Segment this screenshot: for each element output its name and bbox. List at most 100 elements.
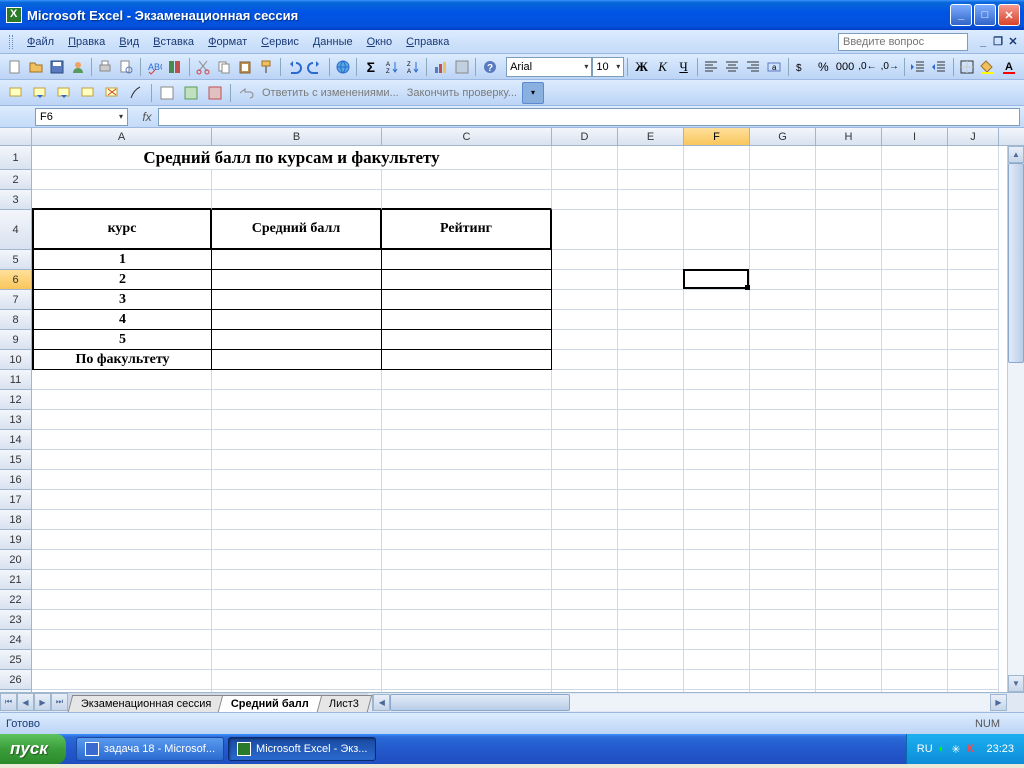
cell-J10[interactable]	[948, 350, 999, 370]
cell-G25[interactable]	[750, 650, 816, 670]
cell-J11[interactable]	[948, 370, 999, 390]
row-header-7[interactable]: 7	[0, 290, 32, 310]
cell-J23[interactable]	[948, 610, 999, 630]
taskbar-item[interactable]: задача 18 - Microsof...	[76, 737, 224, 761]
cell-A16[interactable]	[32, 470, 212, 490]
permission-button[interactable]	[68, 56, 87, 78]
cell-F1[interactable]	[684, 146, 750, 170]
scroll-right-button[interactable]: ▶	[990, 694, 1007, 711]
taskbar-item[interactable]: Microsoft Excel - Экз...	[228, 737, 376, 761]
cell-B16[interactable]	[212, 470, 382, 490]
cell-F5[interactable]	[684, 250, 750, 270]
cell-B19[interactable]	[212, 530, 382, 550]
cell-C13[interactable]	[382, 410, 552, 430]
cell-B3[interactable]	[212, 190, 382, 210]
cell-G26[interactable]	[750, 670, 816, 690]
cell-I21[interactable]	[882, 570, 948, 590]
tray-clock[interactable]: 23:23	[986, 743, 1014, 755]
cell-B12[interactable]	[212, 390, 382, 410]
borders-button[interactable]	[958, 56, 977, 78]
cell-J1[interactable]	[948, 146, 999, 170]
cell-F16[interactable]	[684, 470, 750, 490]
cell-F13[interactable]	[684, 410, 750, 430]
cell-F25[interactable]	[684, 650, 750, 670]
review-show-button[interactable]	[77, 82, 99, 104]
horizontal-scrollbar[interactable]: ◀ ▶	[372, 694, 1007, 711]
cell-J3[interactable]	[948, 190, 999, 210]
cell-G27[interactable]	[750, 690, 816, 692]
cell-H23[interactable]	[816, 610, 882, 630]
menu-сервис[interactable]: Сервис	[254, 33, 306, 51]
cell-J17[interactable]	[948, 490, 999, 510]
hyperlink-button[interactable]	[333, 56, 352, 78]
mdi-close-button[interactable]: ✕	[1006, 35, 1020, 49]
print-preview-button[interactable]	[117, 56, 136, 78]
cell-C10[interactable]	[382, 350, 552, 370]
row-header-10[interactable]: 10	[0, 350, 32, 370]
cell-E19[interactable]	[618, 530, 684, 550]
cell-H19[interactable]	[816, 530, 882, 550]
cell-F27[interactable]	[684, 690, 750, 692]
cell-I22[interactable]	[882, 590, 948, 610]
cell-F2[interactable]	[684, 170, 750, 190]
cell-J18[interactable]	[948, 510, 999, 530]
cell-E16[interactable]	[618, 470, 684, 490]
cell-H16[interactable]	[816, 470, 882, 490]
row-header-3[interactable]: 3	[0, 190, 32, 210]
cell-F21[interactable]	[684, 570, 750, 590]
cell-I16[interactable]	[882, 470, 948, 490]
cell-I17[interactable]	[882, 490, 948, 510]
cell-A10[interactable]: По факультету	[32, 350, 212, 370]
cell-C7[interactable]	[382, 290, 552, 310]
cell-F24[interactable]	[684, 630, 750, 650]
cell-J8[interactable]	[948, 310, 999, 330]
cell-C3[interactable]	[382, 190, 552, 210]
cell-E3[interactable]	[618, 190, 684, 210]
cell-D25[interactable]	[552, 650, 618, 670]
mdi-minimize-button[interactable]: _	[976, 35, 990, 49]
cell-F17[interactable]	[684, 490, 750, 510]
cell-C9[interactable]	[382, 330, 552, 350]
cell-D24[interactable]	[552, 630, 618, 650]
row-header-20[interactable]: 20	[0, 550, 32, 570]
cell-H15[interactable]	[816, 450, 882, 470]
cell-H5[interactable]	[816, 250, 882, 270]
cell-D8[interactable]	[552, 310, 618, 330]
maximize-button[interactable]: □	[974, 4, 996, 26]
help-button[interactable]: ?	[480, 56, 499, 78]
autosum-button[interactable]: Σ	[361, 56, 380, 78]
cell-H27[interactable]	[816, 690, 882, 692]
cell-C15[interactable]	[382, 450, 552, 470]
column-header-G[interactable]: G	[750, 128, 816, 145]
cell-F6[interactable]	[684, 270, 750, 290]
cell-G22[interactable]	[750, 590, 816, 610]
row-header-2[interactable]: 2	[0, 170, 32, 190]
cell-H2[interactable]	[816, 170, 882, 190]
cell-J7[interactable]	[948, 290, 999, 310]
cell-C11[interactable]	[382, 370, 552, 390]
cell-D19[interactable]	[552, 530, 618, 550]
cell-H24[interactable]	[816, 630, 882, 650]
cell-C2[interactable]	[382, 170, 552, 190]
cell-G13[interactable]	[750, 410, 816, 430]
cell-H6[interactable]	[816, 270, 882, 290]
cell-A13[interactable]	[32, 410, 212, 430]
cell-H12[interactable]	[816, 390, 882, 410]
cell-D13[interactable]	[552, 410, 618, 430]
cell-G8[interactable]	[750, 310, 816, 330]
minimize-button[interactable]: _	[950, 4, 972, 26]
cell-J20[interactable]	[948, 550, 999, 570]
cell-D17[interactable]	[552, 490, 618, 510]
cell-E22[interactable]	[618, 590, 684, 610]
row-header-25[interactable]: 25	[0, 650, 32, 670]
cell-H8[interactable]	[816, 310, 882, 330]
cell-I4[interactable]	[882, 210, 948, 250]
cell-A27[interactable]	[32, 690, 212, 692]
review-delete-button[interactable]	[101, 82, 123, 104]
percent-button[interactable]: %	[814, 56, 833, 78]
column-header-A[interactable]: A	[32, 128, 212, 145]
cell-G15[interactable]	[750, 450, 816, 470]
cell-A1[interactable]: Средний балл по курсам и факультету	[32, 146, 552, 170]
cell-G21[interactable]	[750, 570, 816, 590]
redo-button[interactable]	[306, 56, 325, 78]
